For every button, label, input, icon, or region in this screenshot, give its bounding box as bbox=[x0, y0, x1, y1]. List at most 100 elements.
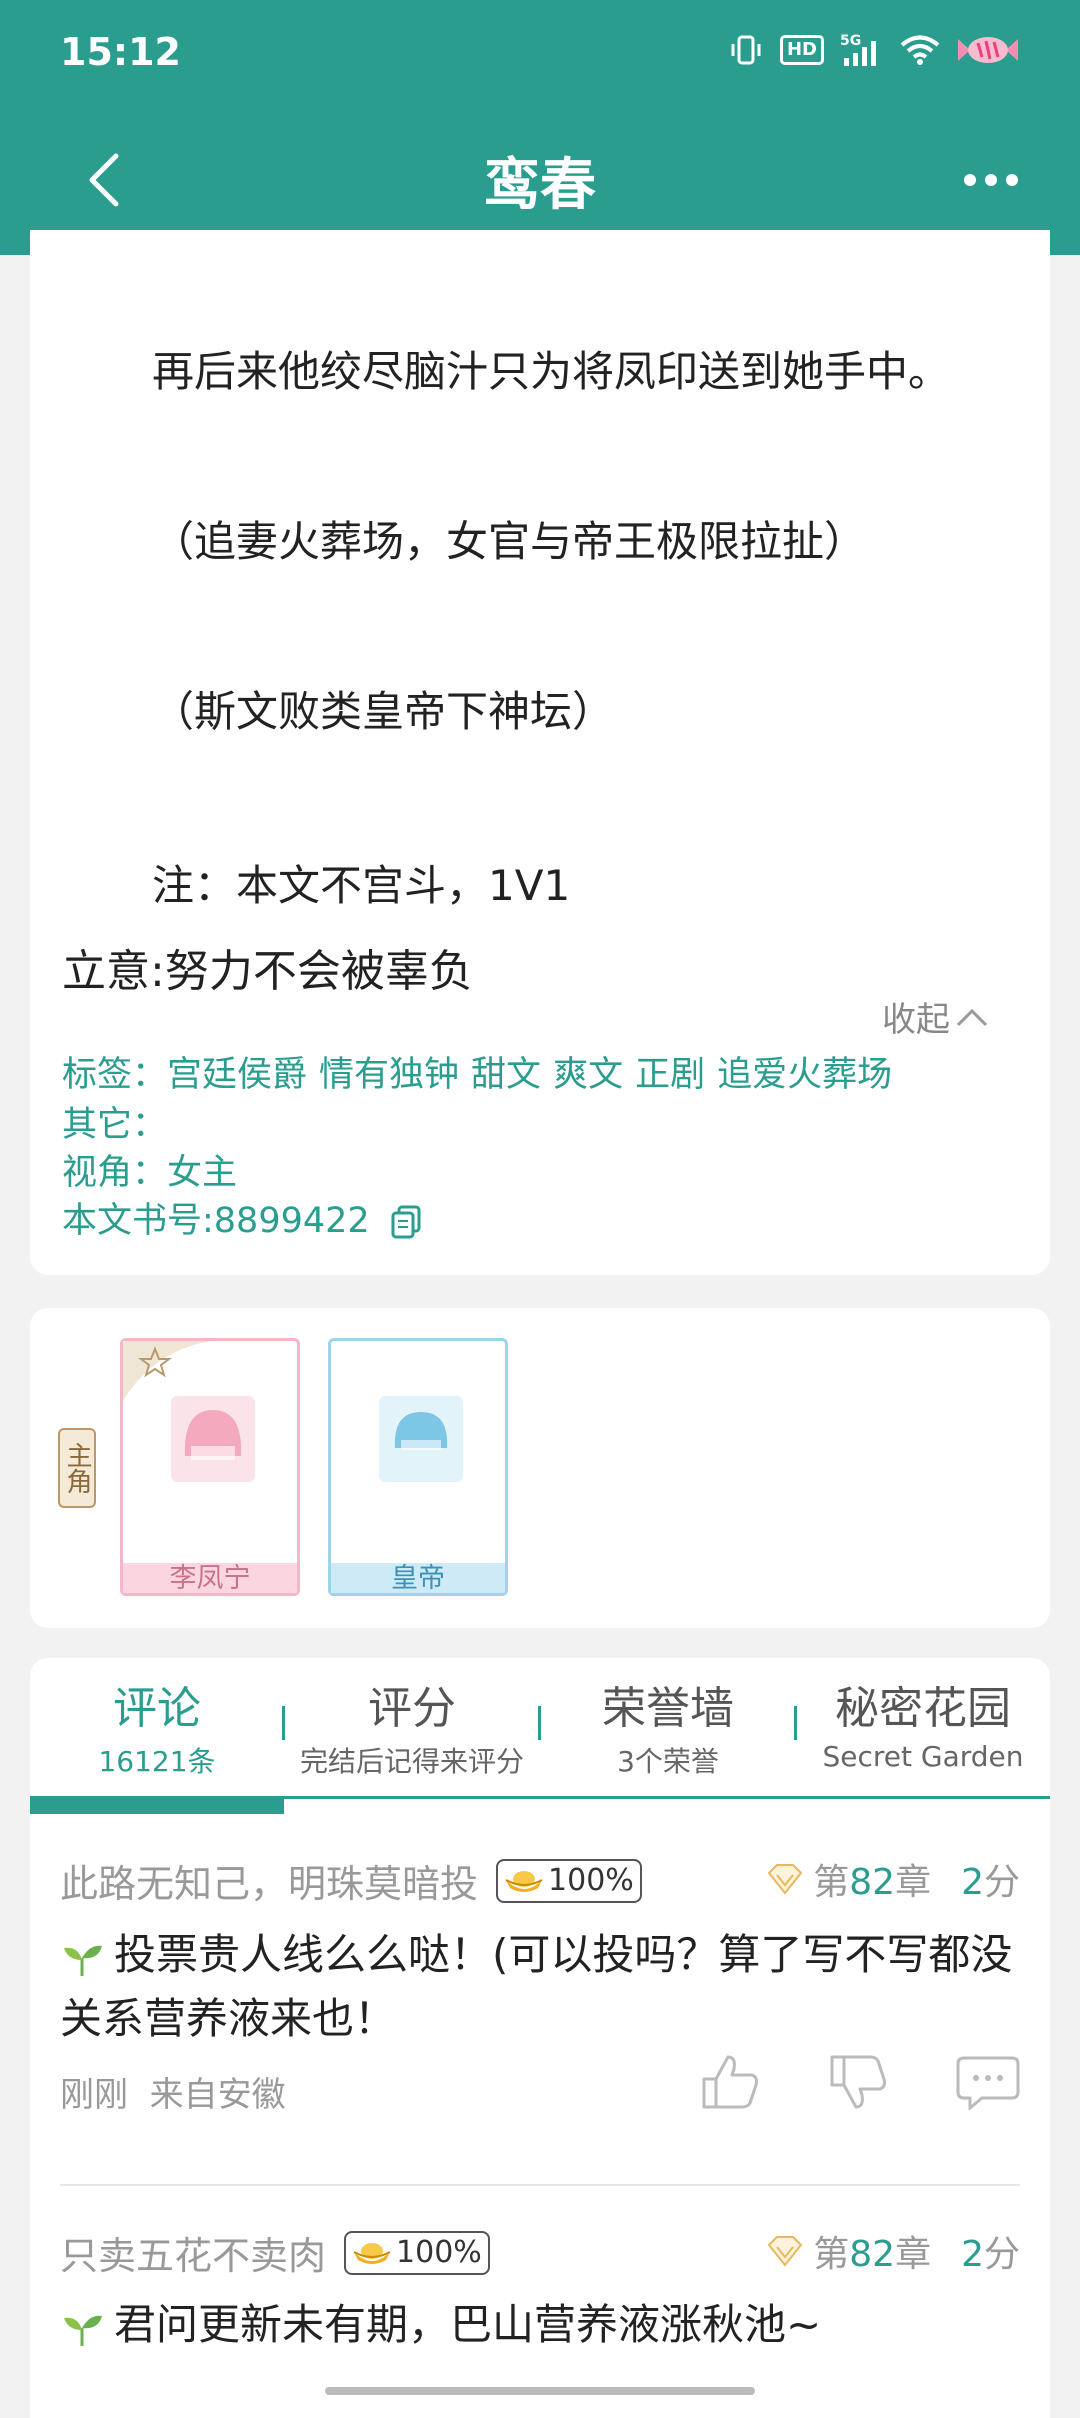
reply-bubble-icon[interactable] bbox=[956, 2054, 1020, 2110]
character-card[interactable]: 皇帝 bbox=[328, 1338, 508, 1596]
status-bar: 15:12 HD 5G bbox=[0, 0, 1080, 110]
signal-icon: 5G bbox=[840, 32, 884, 68]
tab-label: 秘密花园 bbox=[835, 1683, 1011, 1734]
lead-role-badge: 主角 bbox=[58, 1428, 96, 1508]
comment-body: 君问更新未有期，巴山营养液涨秋池~ bbox=[60, 2293, 1020, 2357]
tag-item[interactable]: 爽文 bbox=[553, 1055, 623, 1095]
comment-item: 此路无知己，明珠莫暗投 100% 第82章 2分 投票贵人线么么哒！(可以投吗？… bbox=[60, 1853, 1020, 2116]
thumbs-up-icon[interactable] bbox=[700, 2053, 760, 2111]
description-line: 再后来他绞尽脑汁只为将凤印送到她手中。 bbox=[152, 347, 951, 396]
more-options-icon[interactable] bbox=[962, 168, 1020, 192]
description-line: 注：本文不宫斗，1V1 bbox=[152, 861, 571, 910]
tag-item[interactable]: 宫廷侯爵 bbox=[167, 1055, 307, 1095]
character-name: 皇帝 bbox=[331, 1563, 505, 1594]
comment-time: 刚刚 bbox=[60, 2075, 128, 2115]
comment-body: 投票贵人线么么哒！(可以投吗？算了写不写都没关系营养液来也！ bbox=[60, 1923, 1020, 2051]
comment-author-row: 此路无知己，明珠莫暗投 100% bbox=[60, 1853, 642, 1908]
tab-label: 评论 bbox=[113, 1683, 201, 1734]
sprout-level-icon bbox=[64, 1945, 102, 1976]
description-line: （追妻火葬场，女官与帝王极限拉扯） bbox=[152, 517, 867, 566]
comment-author[interactable]: 此路无知己，明珠莫暗投 bbox=[60, 1853, 478, 1908]
comment-chapter-info: 第82章 2分 bbox=[765, 2225, 1020, 2277]
book-id: 本文书号:8899422 bbox=[62, 1201, 370, 1241]
wifi-icon bbox=[900, 34, 940, 66]
comment-author[interactable]: 只卖五花不卖肉 bbox=[60, 2225, 326, 2280]
tab-label: 荣誉墙 bbox=[602, 1683, 734, 1734]
chapter-number: 82 bbox=[849, 2234, 896, 2275]
chevron-up-icon bbox=[956, 1008, 988, 1026]
sprout-level-icon bbox=[64, 2315, 102, 2346]
score-number: 2 bbox=[961, 1862, 984, 1903]
badge-percent: 100% bbox=[396, 2235, 482, 2270]
status-icons: HD 5G bbox=[728, 32, 1020, 68]
collapse-button[interactable]: 收起 bbox=[882, 992, 990, 1041]
comment-text: 投票贵人线么么哒！(可以投吗？算了写不写都没关系营养液来也！ bbox=[60, 1930, 1013, 2043]
copy-icon[interactable] bbox=[391, 1205, 421, 1239]
comment-location: 来自安徽 bbox=[149, 2075, 286, 2115]
comments-card: 评论 16121条 评分 完结后记得来评分 荣誉墙 3个荣誉 秘密花园 Secr… bbox=[30, 1658, 1050, 2418]
character-avatar bbox=[379, 1396, 463, 1482]
tab-comments[interactable]: 评论 16121条 bbox=[30, 1672, 284, 1780]
chapter-number: 82 bbox=[849, 1862, 896, 1903]
tag-item[interactable]: 追爱火葬场 bbox=[717, 1055, 892, 1095]
star-icon bbox=[123, 1341, 211, 1401]
comment-text: 君问更新未有期，巴山营养液涨秋池~ bbox=[114, 2300, 822, 2349]
score-unit: 分 bbox=[983, 2234, 1020, 2275]
tab-rating[interactable]: 评分 完结后记得来评分 bbox=[284, 1672, 540, 1780]
chapter-prefix: 第 bbox=[813, 1862, 850, 1903]
tab-secret-garden[interactable]: 秘密花园 Secret Garden bbox=[796, 1672, 1050, 1773]
collapse-label: 收起 bbox=[882, 1000, 950, 1040]
app-header: 15:12 HD 5G 鸾春 bbox=[0, 0, 1080, 255]
battery-candy-icon bbox=[956, 33, 1020, 67]
description-line: （斯文败类皇帝下神坛） bbox=[152, 687, 615, 736]
thumbs-down-icon[interactable] bbox=[828, 2053, 888, 2111]
tab-sub: Secret Garden bbox=[822, 1740, 1024, 1773]
gold-ingot-badge: 100% bbox=[344, 2230, 490, 2275]
tab-honor-wall[interactable]: 荣誉墙 3个荣誉 bbox=[540, 1672, 796, 1780]
page-title: 鸾春 bbox=[484, 153, 596, 218]
tags-row: 标签：宫廷侯爵 情有独钟 甜文 爽文 正剧 追爱火葬场 bbox=[62, 1046, 904, 1097]
comment-chapter-info: 第82章 2分 bbox=[765, 1853, 1020, 1905]
badge-percent: 100% bbox=[548, 1863, 634, 1898]
hd-icon: HD bbox=[779, 35, 824, 65]
comment-divider bbox=[60, 2184, 1020, 2186]
gold-ingot-badge: 100% bbox=[496, 1858, 642, 1903]
character-card[interactable]: 李凤宁 bbox=[120, 1338, 300, 1596]
character-name: 李凤宁 bbox=[123, 1563, 297, 1594]
gold-ingot-icon bbox=[505, 1870, 543, 1892]
chapter-prefix: 第 bbox=[813, 2234, 850, 2275]
svg-text:5G: 5G bbox=[840, 33, 861, 49]
intent-line: 立意:努力不会被辜负 bbox=[62, 946, 473, 997]
chapter-suffix: 章 bbox=[895, 2234, 932, 2275]
tag-item[interactable]: 甜文 bbox=[471, 1055, 541, 1095]
tab-sub: 完结后记得来评分 bbox=[299, 1745, 524, 1778]
tags-label: 标签： bbox=[62, 1055, 168, 1095]
active-tab-indicator bbox=[30, 1796, 284, 1814]
tab-sub: 16121条 bbox=[98, 1745, 216, 1778]
chapter-suffix: 章 bbox=[895, 1862, 932, 1903]
description-card: 再后来他绞尽脑汁只为将凤印送到她手中。 （追妻火葬场，女官与帝王极限拉扯） （斯… bbox=[30, 230, 1050, 1275]
vip-diamond-icon bbox=[767, 1864, 803, 1895]
comment-item: 只卖五花不卖肉 100% 第82章 2分 君问更新未有期，巴山营养液涨秋池~ bbox=[60, 2225, 1020, 2405]
score-unit: 分 bbox=[983, 1862, 1020, 1903]
score-number: 2 bbox=[961, 2234, 984, 2275]
other-row: 其它： bbox=[62, 1105, 168, 1145]
comment-meta: 刚刚 来自安徽 bbox=[60, 2067, 286, 2116]
nav-bar: 鸾春 bbox=[0, 130, 1080, 230]
tag-item[interactable]: 情有独钟 bbox=[319, 1055, 459, 1095]
tab-bar: 评论 16121条 评分 完结后记得来评分 荣誉墙 3个荣誉 秘密花园 Secr… bbox=[30, 1658, 1050, 1793]
gold-ingot-icon bbox=[353, 2242, 391, 2264]
comment-author-row: 只卖五花不卖肉 100% bbox=[60, 2225, 490, 2280]
perspective-row: 视角：女主 bbox=[62, 1153, 238, 1193]
book-id-row: 本文书号:8899422 bbox=[62, 1192, 421, 1243]
vip-diamond-icon bbox=[767, 2236, 803, 2267]
tab-label: 评分 bbox=[368, 1683, 456, 1734]
character-avatar bbox=[171, 1396, 255, 1482]
home-indicator[interactable] bbox=[325, 2387, 755, 2395]
status-time: 15:12 bbox=[60, 30, 181, 74]
comment-actions bbox=[700, 2053, 1020, 2111]
characters-card: 主角 李凤宁 皇帝 bbox=[30, 1308, 1050, 1628]
tab-sub: 3个荣誉 bbox=[617, 1745, 719, 1778]
tag-item[interactable]: 正剧 bbox=[635, 1055, 705, 1095]
vibrate-icon bbox=[728, 34, 764, 66]
